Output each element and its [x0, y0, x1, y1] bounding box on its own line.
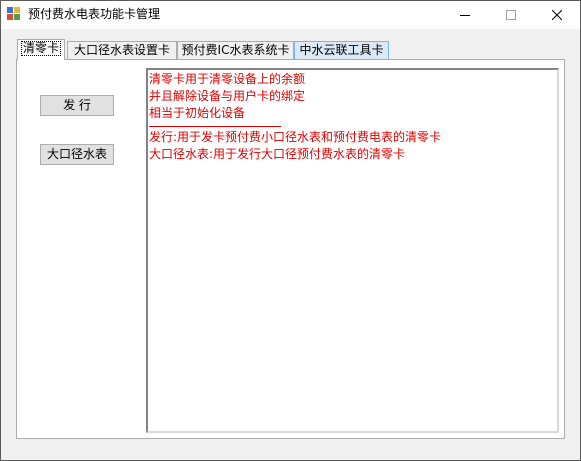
tab-label: 大口径水表设置卡 [73, 43, 170, 57]
description-line: 相当于初始化设备 [149, 106, 246, 120]
tab-panel-clear-card: 发 行 大口径水表 清零卡用于清零设备上的余额 并且解除设备与用户卡的绑定 相当… [16, 59, 565, 439]
minimize-button[interactable] [442, 1, 488, 29]
minimize-icon [460, 15, 470, 16]
tab-label: 预付费IC水表系统卡 [181, 43, 290, 57]
window-title: 预付费水电表功能卡管理 [28, 7, 161, 21]
issue-button[interactable]: 发 行 [40, 95, 114, 116]
tab-clear-card[interactable]: 清零卡 [17, 39, 65, 60]
tab-label: 清零卡 [20, 41, 62, 56]
main-window: 预付费水电表功能卡管理 清零卡 大口径水表设置卡 预付费IC水表系统卡 中水云联… [0, 0, 581, 461]
close-button[interactable] [534, 1, 580, 29]
separator-line [149, 122, 281, 127]
description-textbox[interactable]: 清零卡用于清零设备上的余额 并且解除设备与用户卡的绑定 相当于初始化设备 发行:… [146, 68, 559, 433]
tab-large-meter-settings[interactable]: 大口径水表设置卡 [67, 41, 177, 59]
detail-line: 大口径水表:用于发行大口径预付费水表的清零卡 [149, 147, 406, 161]
tab-zhongshui-tool-card[interactable]: 中水云联工具卡 [294, 41, 389, 59]
tab-label: 中水云联工具卡 [299, 43, 384, 57]
description-line: 清零卡用于清零设备上的余额 [149, 72, 306, 86]
app-window-icon [7, 7, 21, 21]
close-icon [552, 10, 562, 20]
detail-line: 发行:用于发卡预付费小口径水表和预付费电表的清零卡 [149, 130, 442, 144]
maximize-button[interactable] [488, 1, 534, 29]
title-bar[interactable]: 预付费水电表功能卡管理 [1, 1, 580, 29]
description-line: 并且解除设备与用户卡的绑定 [149, 89, 306, 103]
large-meter-button[interactable]: 大口径水表 [40, 144, 114, 165]
tab-ic-meter-system[interactable]: 预付费IC水表系统卡 [177, 41, 294, 59]
maximize-icon [506, 10, 516, 20]
